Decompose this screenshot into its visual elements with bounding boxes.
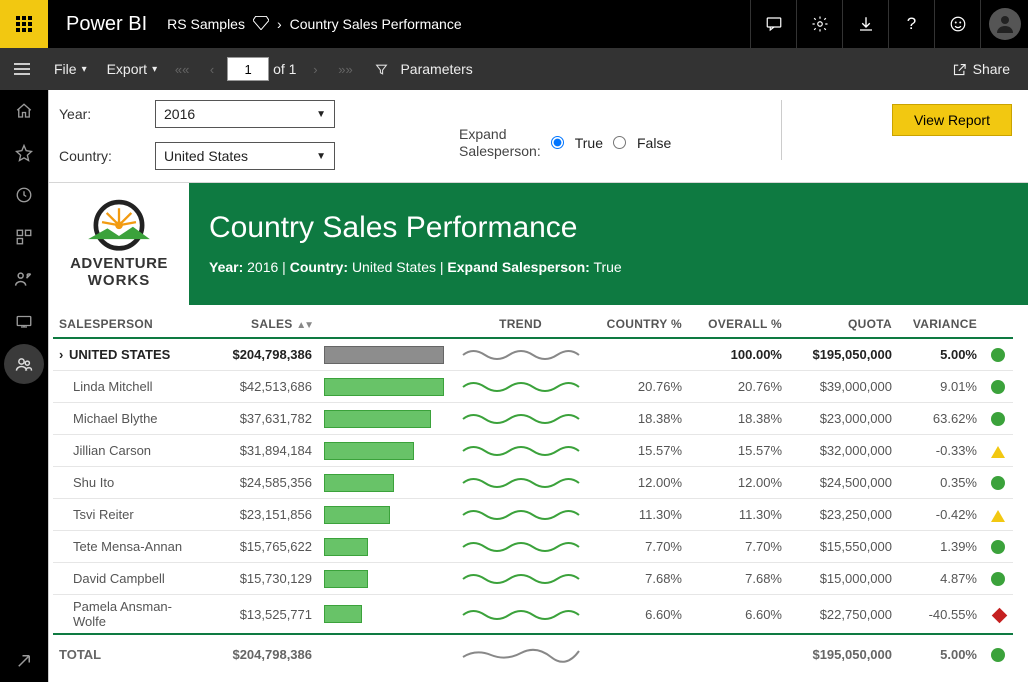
next-page-icon: ›	[300, 54, 330, 84]
chevron-down-icon: ▾	[152, 64, 157, 75]
nav-shared-icon[interactable]	[0, 258, 48, 300]
col-countrypct[interactable]: COUNTRY %	[588, 313, 688, 338]
param-year-label: Year:	[59, 106, 155, 122]
top-header: Power BI RS Samples › Country Sales Perf…	[0, 0, 1028, 48]
table-row[interactable]: › UNITED STATES$204,798,386100.00%$195,0…	[53, 338, 1013, 371]
table-row[interactable]: Linda Mitchell$42,513,68620.76%20.76%$39…	[53, 371, 1013, 403]
nav-getdata-icon[interactable]	[0, 640, 48, 682]
status-indicator-icon	[991, 607, 1007, 623]
gear-icon[interactable]	[796, 0, 842, 48]
status-indicator-icon	[991, 510, 1005, 522]
nav-rail	[0, 90, 48, 682]
param-expand-true[interactable]: True	[551, 135, 603, 151]
total-row: TOTAL $204,798,386 $195,050,000 5.00%	[53, 634, 1013, 670]
param-expand-false[interactable]: False	[613, 135, 671, 151]
table-row[interactable]: Tete Mensa-Annan$15,765,6227.70%7.70%$15…	[53, 531, 1013, 563]
nav-recent-icon[interactable]	[0, 174, 48, 216]
status-indicator-icon	[991, 380, 1005, 394]
page-total-label: of 1	[269, 61, 300, 77]
download-icon[interactable]	[842, 0, 888, 48]
breadcrumb-page[interactable]: Country Sales Performance	[290, 16, 462, 32]
file-menu[interactable]: File▾	[54, 61, 87, 77]
status-indicator-icon	[991, 540, 1005, 554]
report-subtitle: Year: 2016 | Country: United States | Ex…	[209, 259, 1008, 275]
help-icon[interactable]: ?	[888, 0, 934, 48]
page-number-input[interactable]	[227, 57, 269, 81]
parameters-button[interactable]: Parameters	[396, 61, 476, 77]
premium-diamond-icon	[253, 16, 269, 33]
menu-toggle-icon[interactable]	[0, 48, 44, 90]
param-country-select[interactable]: United States▼	[155, 142, 335, 170]
nav-apps-icon[interactable]	[0, 216, 48, 258]
param-country-label: Country:	[59, 148, 155, 164]
prev-page-icon: ‹	[197, 54, 227, 84]
chat-icon[interactable]	[750, 0, 796, 48]
status-indicator-icon	[991, 476, 1005, 490]
table-row[interactable]: David Campbell$15,730,1297.68%7.68%$15,0…	[53, 563, 1013, 595]
smile-icon[interactable]	[934, 0, 980, 48]
col-quota[interactable]: QUOTA	[788, 313, 898, 338]
status-indicator-icon	[991, 648, 1005, 662]
nav-workspaces-icon[interactable]	[0, 300, 48, 342]
table-row[interactable]: Pamela Ansman-Wolfe$13,525,7716.60%6.60%…	[53, 595, 1013, 635]
nav-my-workspace-icon[interactable]	[4, 344, 44, 384]
expand-toggle-icon[interactable]: ›	[59, 347, 63, 362]
table-row[interactable]: Jillian Carson$31,894,18415.57%15.57%$32…	[53, 435, 1013, 467]
app-name[interactable]: Power BI	[48, 13, 167, 36]
view-report-button[interactable]: View Report	[892, 104, 1012, 136]
param-year-select[interactable]: 2016▼	[155, 100, 335, 128]
status-indicator-icon	[991, 348, 1005, 362]
share-button[interactable]: Share	[952, 61, 1010, 77]
first-page-icon: ««	[167, 54, 197, 84]
status-indicator-icon	[991, 412, 1005, 426]
status-indicator-icon	[991, 446, 1005, 458]
report-body: ADVENTURE WORKS Country Sales Performanc…	[49, 183, 1028, 682]
export-menu[interactable]: Export▾	[107, 61, 158, 77]
main-content: Year: 2016▼ Country: United States▼ Expa…	[48, 90, 1028, 682]
chevron-down-icon: ▼	[316, 151, 326, 162]
nav-favorites-icon[interactable]	[0, 132, 48, 174]
app-launcher-icon[interactable]	[0, 0, 48, 48]
col-salesperson[interactable]: SALESPERSON	[53, 313, 198, 338]
filter-icon[interactable]	[366, 54, 396, 84]
profile-avatar[interactable]	[980, 0, 1028, 48]
sales-table: SALESPERSON SALES ▲▼ TREND COUNTRY % OVE…	[53, 313, 1013, 670]
table-row[interactable]: Michael Blythe$37,631,78218.38%18.38%$23…	[53, 403, 1013, 435]
param-expand-label: ExpandSalesperson:	[459, 126, 541, 160]
col-trend[interactable]: TREND	[453, 313, 588, 338]
report-title-banner: Country Sales Performance Year: 2016 | C…	[189, 183, 1028, 305]
col-sales[interactable]: SALES ▲▼	[198, 313, 318, 338]
chevron-down-icon: ▾	[82, 64, 87, 75]
nav-home-icon[interactable]	[0, 90, 48, 132]
status-indicator-icon	[991, 572, 1005, 586]
report-toolbar: File▾ Export▾ «« ‹ of 1 › »» Parameters …	[0, 48, 1028, 90]
sort-icon: ▲▼	[296, 320, 312, 331]
table-row[interactable]: Tsvi Reiter$23,151,85611.30%11.30%$23,25…	[53, 499, 1013, 531]
table-row[interactable]: Shu Ito$24,585,35612.00%12.00%$24,500,00…	[53, 467, 1013, 499]
breadcrumb-separator-icon: ›	[277, 16, 282, 32]
company-logo: ADVENTURE WORKS	[49, 183, 189, 305]
col-variance[interactable]: VARIANCE	[898, 313, 983, 338]
last-page-icon: »»	[330, 54, 360, 84]
breadcrumb: RS Samples › Country Sales Performance	[167, 16, 461, 33]
report-title: Country Sales Performance	[209, 211, 1008, 245]
chevron-down-icon: ▼	[316, 109, 326, 120]
parameter-panel: Year: 2016▼ Country: United States▼ Expa…	[49, 90, 1028, 183]
share-icon	[952, 62, 967, 77]
col-overallpct[interactable]: OVERALL %	[688, 313, 788, 338]
breadcrumb-workspace[interactable]: RS Samples	[167, 16, 245, 32]
